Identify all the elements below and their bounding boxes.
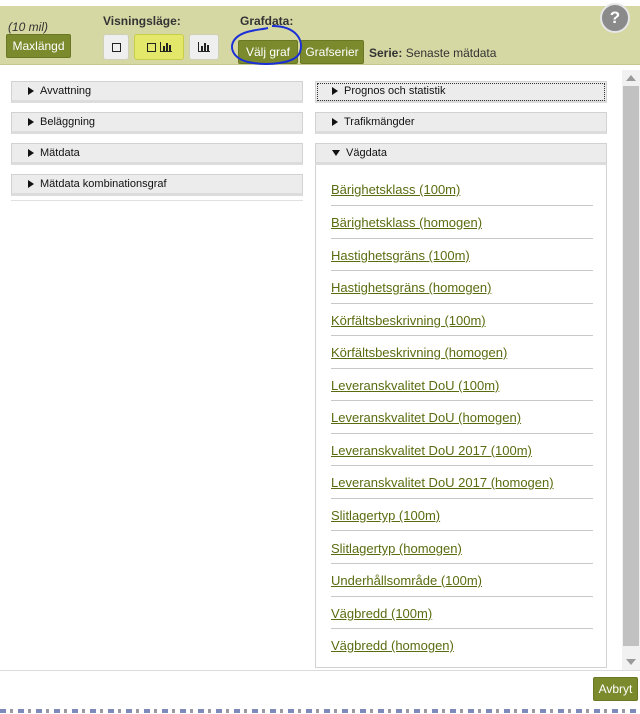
vagdata-link[interactable]: Körfältsbeskrivning (homogen): [331, 345, 507, 360]
view-mode-map-button[interactable]: [103, 34, 129, 60]
serie-prefix: Serie:: [369, 46, 403, 60]
vagdata-link[interactable]: Körfältsbeskrivning (100m): [331, 313, 486, 328]
view-mode-chart-button[interactable]: [189, 34, 219, 60]
section-label: Mätdata: [40, 147, 80, 159]
divider: [331, 498, 593, 499]
divider: [331, 270, 593, 271]
vagdata-link[interactable]: Hastighetsgräns (homogen): [331, 280, 491, 295]
section-label: Avvattning: [40, 85, 92, 97]
divider: [331, 530, 593, 531]
divider: [331, 433, 593, 434]
triangle-right-icon: [28, 87, 34, 95]
scrollbar[interactable]: [622, 70, 640, 670]
vagdata-link[interactable]: Leveranskvalitet DoU (homogen): [331, 410, 521, 425]
scrollbar-thumb[interactable]: [623, 86, 639, 646]
bar-chart-icon: [198, 42, 210, 52]
triangle-right-icon: [28, 149, 34, 157]
section-matdata[interactable]: Mätdata: [11, 143, 303, 165]
dialog-footer: [0, 670, 640, 714]
vagdata-panel: Bärighetsklass (100m) Bärighetsklass (ho…: [315, 165, 607, 668]
triangle-right-icon: [28, 118, 34, 126]
section-avvattning[interactable]: Avvattning: [11, 81, 303, 103]
visningslage-label: Visningsläge:: [103, 14, 181, 28]
maxlangd-button[interactable]: Maxlängd: [6, 34, 71, 58]
triangle-right-icon: [28, 180, 34, 188]
help-icon[interactable]: ?: [600, 3, 630, 33]
map-only-icon: [146, 42, 156, 52]
divider: [331, 303, 593, 304]
serie-value: Senaste mätdata: [405, 46, 497, 60]
grafserier-button[interactable]: Grafserier: [300, 40, 364, 64]
section-label: Trafikmängder: [344, 116, 415, 128]
vagdata-link[interactable]: Leveranskvalitet DoU (100m): [331, 378, 499, 393]
section-trafikmangder[interactable]: Trafikmängder: [315, 112, 607, 134]
map-only-icon: [111, 42, 121, 52]
divider: [331, 400, 593, 401]
divider: [331, 335, 593, 336]
section-label: Prognos och statistik: [344, 85, 446, 97]
scroll-up-icon[interactable]: [626, 75, 636, 81]
triangle-down-icon: [332, 150, 340, 156]
scroll-down-icon[interactable]: [626, 659, 636, 665]
divider: [331, 238, 593, 239]
divider: [331, 563, 593, 564]
vagdata-link[interactable]: Slitlagertyp (100m): [331, 508, 440, 523]
distance-note: (10 mil): [8, 20, 49, 34]
section-prognos-och-statistik[interactable]: Prognos och statistik: [315, 81, 607, 103]
divider: [331, 465, 593, 466]
toolbar: (10 mil) Maxlängd Visningsläge: Grafdata…: [0, 3, 640, 65]
vagdata-link[interactable]: Vägbredd (100m): [331, 606, 432, 621]
vagdata-link[interactable]: Leveranskvalitet DoU 2017 (100m): [331, 443, 532, 458]
vagdata-link[interactable]: Leveranskvalitet DoU 2017 (homogen): [331, 475, 554, 490]
section-vagdata[interactable]: Vägdata: [315, 143, 607, 165]
bar-chart-icon: [159, 42, 172, 52]
vagdata-link[interactable]: Hastighetsgräns (100m): [331, 248, 470, 263]
section-label: Beläggning: [40, 116, 96, 128]
triangle-right-icon: [332, 87, 338, 95]
vagdata-link[interactable]: Slitlagertyp (homogen): [331, 541, 462, 556]
background-page-strip: [0, 709, 640, 713]
avbryt-button[interactable]: Avbryt: [593, 677, 638, 701]
divider: [331, 596, 593, 597]
vagdata-link[interactable]: Vägbredd (homogen): [331, 638, 454, 653]
divider: [331, 628, 593, 629]
section-label: Vägdata: [346, 147, 387, 159]
section-matdata-kombinationsgraf[interactable]: Mätdata kombinationsgraf: [11, 174, 303, 196]
divider: [11, 200, 303, 201]
vagdata-link[interactable]: Bärighetsklass (homogen): [331, 215, 482, 230]
vagdata-link[interactable]: Underhållsområde (100m): [331, 573, 482, 588]
divider: [331, 368, 593, 369]
serie-info: Serie: Senaste mätdata: [369, 46, 496, 60]
annotation-circle: [231, 25, 302, 65]
divider: [331, 205, 593, 206]
view-mode-map-chart-button[interactable]: [134, 34, 184, 60]
vagdata-link[interactable]: Bärighetsklass (100m): [331, 182, 460, 197]
section-label: Mätdata kombinationsgraf: [40, 178, 167, 190]
triangle-right-icon: [332, 118, 338, 126]
section-belaggning[interactable]: Beläggning: [11, 112, 303, 134]
